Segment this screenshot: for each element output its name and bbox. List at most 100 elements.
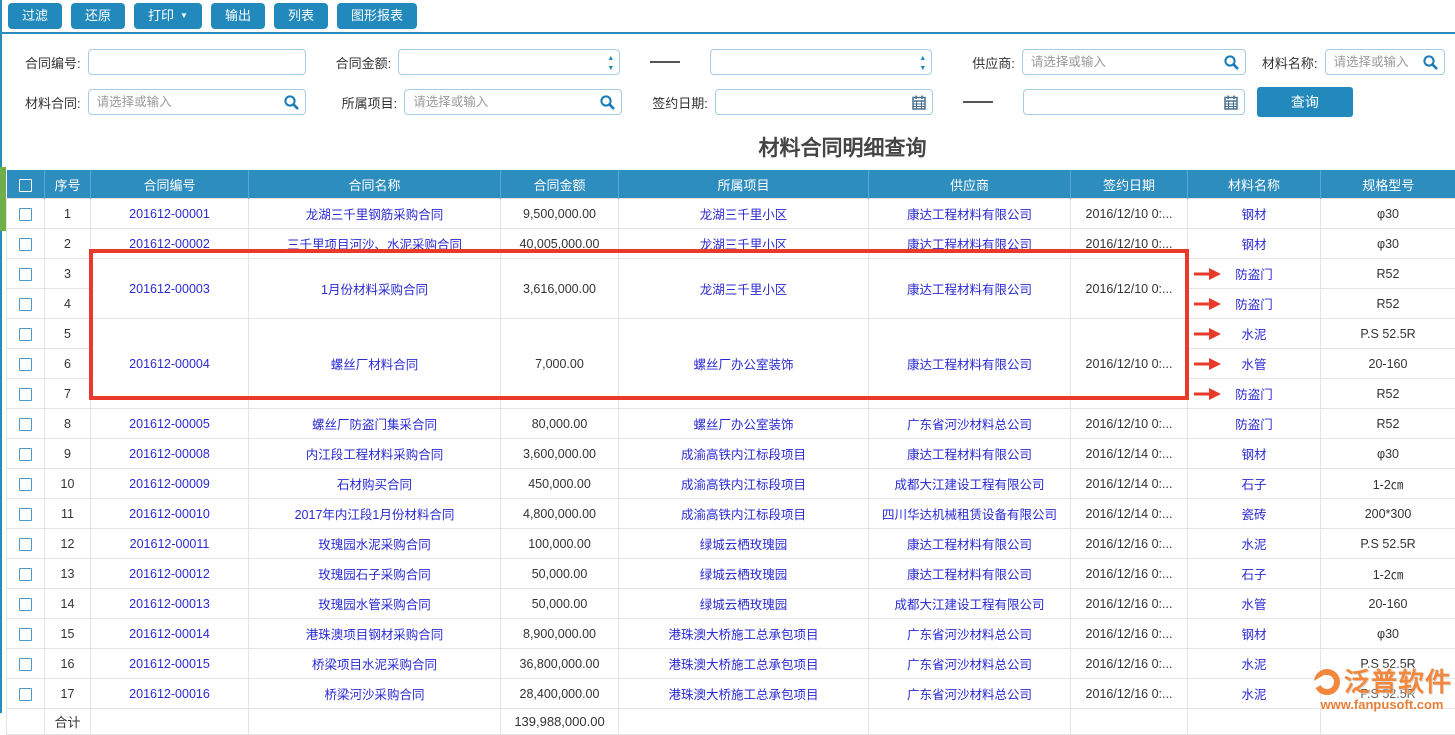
supplier-link[interactable]: 成都大江建设工程有限公司 (869, 469, 1071, 499)
supplier-link[interactable]: 四川华达机械租赁设备有限公司 (869, 499, 1071, 529)
material-link[interactable]: 防盗门 (1188, 409, 1321, 439)
contract-code-link[interactable]: 201612-00002 (91, 229, 249, 259)
contract-code-link[interactable]: 201612-00013 (91, 589, 249, 619)
row-checkbox[interactable] (19, 388, 32, 401)
row-checkbox[interactable] (19, 538, 32, 551)
material-link[interactable]: 水泥 (1188, 679, 1321, 709)
supplier-input[interactable] (1023, 55, 1223, 69)
material-name-input[interactable] (1326, 55, 1422, 69)
material-link[interactable]: 防盗门 (1188, 289, 1321, 319)
project-link[interactable]: 龙湖三千里小区 (619, 199, 869, 229)
sign-date-to-input[interactable] (1024, 95, 1224, 109)
contract-name-link[interactable]: 港珠澳项目钢材采购合同 (249, 619, 501, 649)
supplier-link[interactable]: 广东省河沙材料总公司 (869, 409, 1071, 439)
material-link[interactable]: 防盗门 (1188, 259, 1321, 289)
row-checkbox[interactable] (19, 598, 32, 611)
contract-name-link[interactable]: 玫瑰园石子采购合同 (249, 559, 501, 589)
amount-from-input[interactable] (399, 55, 619, 69)
contract-code-link[interactable]: 201612-00014 (91, 619, 249, 649)
row-checkbox[interactable] (19, 658, 32, 671)
spinner-down-icon[interactable]: ▼ (607, 65, 614, 72)
contract-name-link[interactable]: 三千里项目河沙、水泥采购合同 (249, 229, 501, 259)
contract-code-link[interactable]: 201612-00016 (91, 679, 249, 709)
project-link[interactable]: 绿城云栖玫瑰园 (619, 559, 869, 589)
contract-name-link[interactable]: 龙湖三千里钢筋采购合同 (249, 199, 501, 229)
contract-name-link[interactable]: 桥梁项目水泥采购合同 (249, 649, 501, 679)
print-button[interactable]: 打印▼ (134, 3, 202, 29)
supplier-link[interactable]: 康达工程材料有限公司 (869, 439, 1071, 469)
contract-name-link[interactable]: 2017年内江段1月份材料合同 (249, 499, 501, 529)
supplier-link[interactable]: 康达工程材料有限公司 (869, 319, 1071, 409)
material-link[interactable]: 水泥 (1188, 319, 1321, 349)
contract-code-link[interactable]: 201612-00012 (91, 559, 249, 589)
spinner-up-icon[interactable]: ▲ (919, 55, 926, 62)
project-link[interactable]: 螺丝厂办公室装饰 (619, 409, 869, 439)
supplier-link[interactable]: 康达工程材料有限公司 (869, 259, 1071, 319)
contract-code-link[interactable]: 201612-00009 (91, 469, 249, 499)
list-button[interactable]: 列表 (274, 3, 328, 29)
contract-code-link[interactable]: 201612-00011 (91, 529, 249, 559)
search-icon[interactable] (1422, 54, 1438, 70)
row-checkbox[interactable] (19, 298, 32, 311)
project-link[interactable]: 绿城云栖玫瑰园 (619, 589, 869, 619)
material-link[interactable]: 钢材 (1188, 229, 1321, 259)
contract-name-link[interactable]: 玫瑰园水管采购合同 (249, 589, 501, 619)
material-link[interactable]: 钢材 (1188, 199, 1321, 229)
row-checkbox[interactable] (19, 508, 32, 521)
spinner-control[interactable]: ▲▼ (919, 51, 926, 72)
project-input[interactable] (405, 95, 599, 109)
spinner-control[interactable]: ▲▼ (607, 51, 614, 72)
supplier-link[interactable]: 康达工程材料有限公司 (869, 229, 1071, 259)
supplier-link[interactable]: 广东省河沙材料总公司 (869, 679, 1071, 709)
contract-name-link[interactable]: 内江段工程材料采购合同 (249, 439, 501, 469)
material-link[interactable]: 石子 (1188, 559, 1321, 589)
contract-code-link[interactable]: 201612-00015 (91, 649, 249, 679)
project-link[interactable]: 成渝高铁内江标段项目 (619, 439, 869, 469)
amount-to-input[interactable] (711, 55, 931, 69)
select-all-checkbox[interactable] (19, 179, 32, 192)
calendar-icon[interactable] (912, 95, 926, 110)
contract-code-link[interactable]: 201612-00003 (91, 259, 249, 319)
supplier-link[interactable]: 康达工程材料有限公司 (869, 529, 1071, 559)
spinner-up-icon[interactable]: ▲ (607, 55, 614, 62)
material-contract-input[interactable] (89, 95, 283, 109)
search-icon[interactable] (283, 94, 299, 110)
contract-code-input[interactable] (89, 55, 305, 69)
spinner-down-icon[interactable]: ▼ (919, 65, 926, 72)
chart-report-button[interactable]: 图形报表 (337, 3, 417, 29)
row-checkbox[interactable] (19, 628, 32, 641)
project-link[interactable]: 龙湖三千里小区 (619, 259, 869, 319)
calendar-icon[interactable] (1224, 95, 1238, 110)
row-checkbox[interactable] (19, 688, 32, 701)
contract-name-link[interactable]: 石材购买合同 (249, 469, 501, 499)
material-link[interactable]: 钢材 (1188, 619, 1321, 649)
supplier-link[interactable]: 广东省河沙材料总公司 (869, 619, 1071, 649)
material-link[interactable]: 瓷砖 (1188, 499, 1321, 529)
contract-name-link[interactable]: 桥梁河沙采购合同 (249, 679, 501, 709)
material-link[interactable]: 钢材 (1188, 439, 1321, 469)
row-checkbox[interactable] (19, 268, 32, 281)
contract-name-link[interactable]: 螺丝厂防盗门集采合同 (249, 409, 501, 439)
project-link[interactable]: 港珠澳大桥施工总承包项目 (619, 619, 869, 649)
material-link[interactable]: 水泥 (1188, 649, 1321, 679)
material-link[interactable]: 防盗门 (1188, 379, 1321, 409)
contract-code-link[interactable]: 201612-00001 (91, 199, 249, 229)
row-checkbox[interactable] (19, 238, 32, 251)
query-button[interactable]: 查询 (1257, 87, 1353, 117)
restore-button[interactable]: 还原 (71, 3, 125, 29)
row-checkbox[interactable] (19, 328, 32, 341)
filter-button[interactable]: 过滤 (8, 3, 62, 29)
material-link[interactable]: 水管 (1188, 589, 1321, 619)
project-link[interactable]: 港珠澳大桥施工总承包项目 (619, 679, 869, 709)
contract-name-link[interactable]: 玫瑰园水泥采购合同 (249, 529, 501, 559)
supplier-link[interactable]: 广东省河沙材料总公司 (869, 649, 1071, 679)
contract-code-link[interactable]: 201612-00010 (91, 499, 249, 529)
row-checkbox[interactable] (19, 208, 32, 221)
project-link[interactable]: 龙湖三千里小区 (619, 229, 869, 259)
row-checkbox[interactable] (19, 418, 32, 431)
row-checkbox[interactable] (19, 478, 32, 491)
row-checkbox[interactable] (19, 358, 32, 371)
project-link[interactable]: 成渝高铁内江标段项目 (619, 499, 869, 529)
project-link[interactable]: 成渝高铁内江标段项目 (619, 469, 869, 499)
contract-code-link[interactable]: 201612-00005 (91, 409, 249, 439)
